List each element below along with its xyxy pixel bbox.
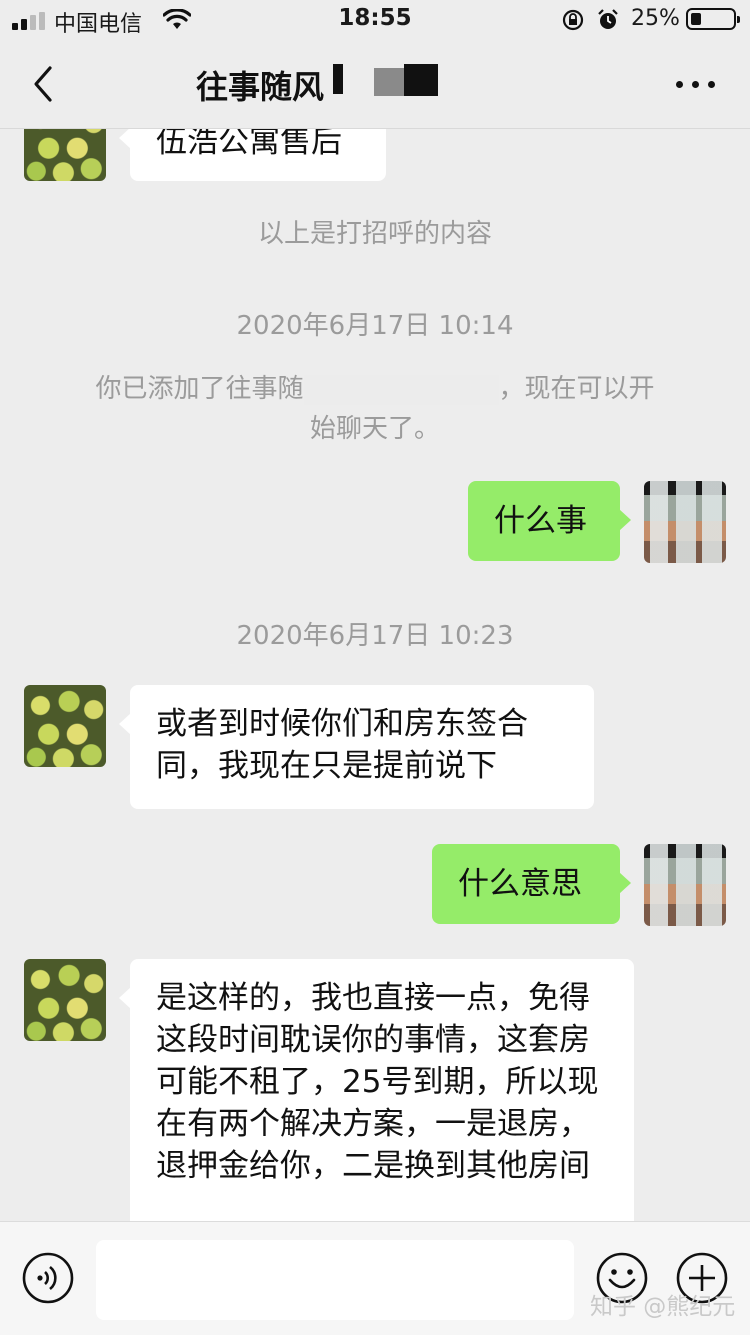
message-outgoing[interactable]: 什么事 — [468, 481, 631, 561]
chat-message-list[interactable]: 伍浩公寓售后 以上是打招呼的内容 2020年6月17日 10:14 你已添加了往… — [0, 129, 750, 1221]
message-incoming[interactable]: 伍浩公寓售后 — [119, 129, 386, 181]
message-text: 什么意思 — [458, 866, 582, 902]
contact-avatar[interactable] — [24, 129, 106, 181]
message-input[interactable] — [96, 1240, 574, 1320]
added-text-c: 始聊天了。 — [309, 414, 440, 444]
added-text-a: 你已添加了往事随 — [95, 374, 304, 404]
message-text: 伍浩公寓售后 — [156, 129, 342, 160]
timestamp: 2020年6月17日 10:14 — [236, 311, 514, 341]
battery-percentage: 25% — [631, 6, 680, 31]
message-outgoing[interactable]: 什么意思 — [432, 844, 631, 924]
more-icon[interactable] — [672, 70, 720, 98]
contact-avatar[interactable] — [24, 959, 106, 1041]
title-redaction-black — [404, 64, 438, 96]
battery-icon — [686, 8, 740, 30]
title-redaction-mark — [333, 64, 343, 94]
user-avatar[interactable] — [644, 481, 726, 563]
message-incoming[interactable]: 或者到时候你们和房东签合同，我现在只是提前说下 — [119, 685, 594, 809]
system-notice-added: 你已添加了往事随 ，现在可以开 始聊天了。 — [70, 369, 680, 449]
message-text: 什么事 — [494, 503, 587, 539]
message-text: 或者到时候你们和房东签合同，我现在只是提前说下 — [156, 706, 528, 784]
system-notice: 以上是打招呼的内容 — [257, 219, 492, 249]
redaction-block — [303, 374, 499, 405]
contact-avatar[interactable] — [24, 685, 106, 767]
status-bar: 中国电信 18:55 25% — [0, 0, 750, 40]
voice-icon[interactable] — [22, 1252, 74, 1304]
watermark: 知乎 @熊纪元 — [590, 1294, 736, 1320]
message-incoming[interactable]: 是这样的，我也直接一点，免得这段时间耽误你的事情，这套房可能不租了，25号到期，… — [119, 959, 634, 1221]
alarm-icon — [598, 9, 618, 29]
lock-rotation-icon — [562, 9, 584, 31]
user-avatar[interactable] — [644, 844, 726, 926]
chat-header: 往事随风 — [0, 40, 750, 129]
added-text-b: ，现在可以开 — [498, 374, 655, 404]
chat-title: 往事随风 — [196, 68, 325, 106]
title-redaction-gray — [374, 68, 404, 96]
message-text: 是这样的，我也直接一点，免得这段时间耽误你的事情，这套房可能不租了，25号到期，… — [156, 980, 599, 1184]
timestamp: 2020年6月17日 10:23 — [236, 621, 514, 651]
back-icon[interactable] — [28, 64, 58, 104]
